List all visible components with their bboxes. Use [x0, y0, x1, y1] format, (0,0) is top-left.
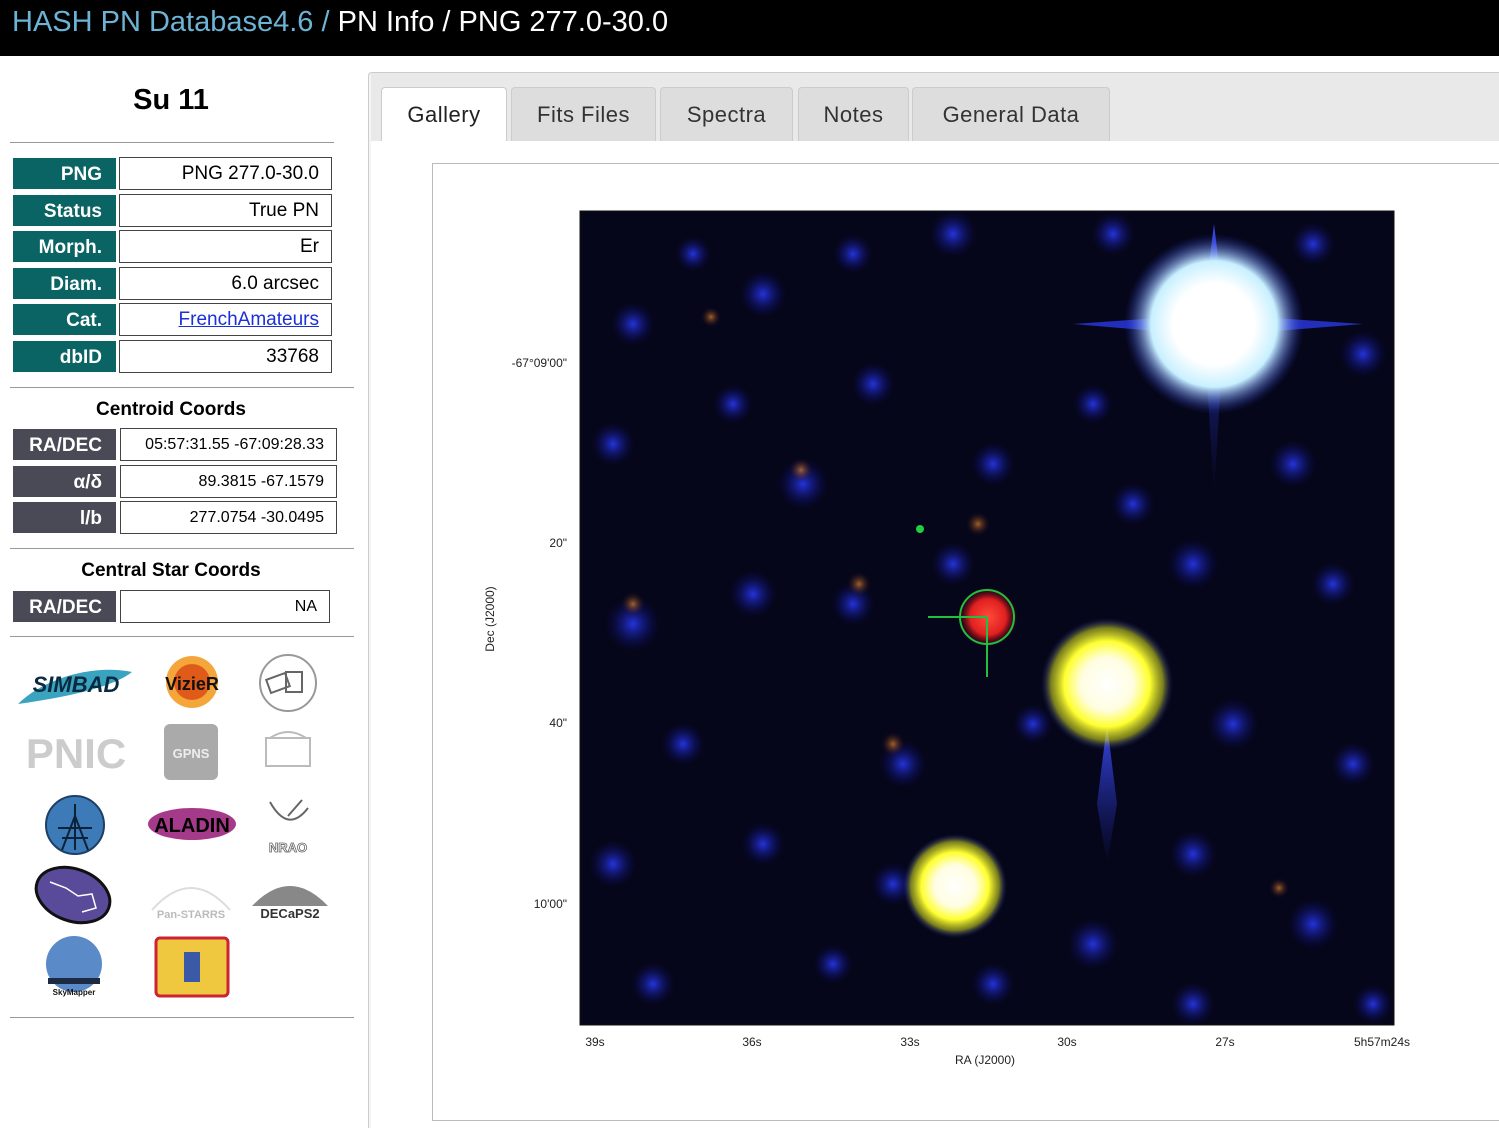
coord-label: RA/DEC — [12, 590, 117, 623]
divider — [10, 387, 354, 388]
pan-starrs-logo[interactable]: Pan-STARRS — [146, 866, 236, 924]
main-panel: Gallery Fits Files Spectra Notes General… — [368, 72, 1499, 1129]
coord-label: α/δ — [12, 465, 117, 498]
logo-text: GPNS — [173, 746, 210, 761]
y-tick-label: -67°09'00" — [512, 356, 567, 370]
coord-label: RA/DEC — [12, 428, 117, 461]
breadcrumb-current: PNG 277.0-30.0 — [458, 6, 669, 38]
field-label: Cat. — [12, 303, 117, 336]
x-tick-label: 27s — [1215, 1035, 1234, 1049]
y-tick-labels: -67°09'00" 20" 40" 10'00" — [512, 356, 567, 911]
observatory-logo[interactable] — [262, 726, 314, 776]
coord-value: 277.0754 -30.0495 — [120, 501, 337, 534]
x-tick-label: 39s — [585, 1035, 604, 1049]
field-value: FrenchAmateurs — [119, 303, 332, 336]
x-tick-label: 30s — [1057, 1035, 1076, 1049]
tab-spectra[interactable]: Spectra — [660, 87, 793, 141]
field-label: Status — [12, 194, 117, 227]
breadcrumb-separator: / — [321, 6, 330, 38]
info-sidebar: Su 11 PNG PNG 277.0-30.0 Status True PN … — [0, 56, 366, 1128]
field-label: Diam. — [12, 267, 117, 300]
coord-value: 89.3815 -67.1579 — [120, 465, 337, 498]
tab-fits-files[interactable]: Fits Files — [511, 87, 656, 141]
y-tick-label: 40" — [549, 716, 567, 730]
logo-text: PNIC — [26, 730, 126, 777]
satellite-logo[interactable] — [256, 652, 320, 714]
finder-chart-figure: -67°09'00" 20" 40" 10'00" Dec (J2000) 39… — [432, 163, 1499, 1121]
nrao-logo[interactable]: NRAO — [262, 794, 314, 856]
top-bar: HASH PN Database4.6 / PN Info / PNG 277.… — [0, 0, 1499, 56]
gallery-content: -67°09'00" 20" 40" 10'00" Dec (J2000) 39… — [371, 141, 1499, 1129]
x-tick-label: 5h57m24s — [1354, 1035, 1410, 1049]
x-axis-label: RA (J2000) — [955, 1053, 1015, 1067]
divider — [10, 636, 354, 637]
tab-gallery[interactable]: Gallery — [381, 87, 507, 141]
coord-value: NA — [120, 590, 330, 623]
tab-general-data[interactable]: General Data — [912, 87, 1110, 141]
y-axis-label: Dec (J2000) — [483, 586, 497, 651]
y-tick-label: 10'00" — [534, 897, 567, 911]
decaps2-logo[interactable]: DECaPS2 — [248, 866, 332, 924]
breadcrumb-separator: / — [442, 6, 451, 38]
logo-text: DECaPS2 — [260, 906, 319, 921]
field-value: Er — [119, 230, 332, 263]
breadcrumb: HASH PN Database4.6 / PN Info / PNG 277.… — [12, 6, 668, 39]
radio-telescope-logo[interactable] — [44, 794, 106, 856]
pnic-logo[interactable]: PNIC — [14, 722, 138, 782]
gpns-logo[interactable]: GPNS — [162, 722, 220, 782]
field-value: 33768 — [119, 340, 332, 373]
field-value: PNG 277.0-30.0 — [119, 157, 332, 190]
field-label: Morph. — [12, 230, 117, 263]
field-value: True PN — [119, 194, 332, 227]
logo-text: Pan-STARRS — [157, 909, 225, 921]
x-tick-label: 36s — [742, 1035, 761, 1049]
catalogue-link[interactable]: FrenchAmateurs — [179, 309, 319, 330]
aladin-logo[interactable]: ALADIN — [144, 798, 240, 850]
vizier-logo[interactable]: VizieR — [158, 652, 226, 714]
constellation-logo[interactable] — [32, 864, 114, 926]
logo-text: SIMBAD — [33, 672, 120, 697]
breadcrumb-root-link[interactable]: HASH PN Database4.6 — [12, 6, 313, 38]
skymapper-logo[interactable]: SkyMapper — [42, 934, 106, 998]
breadcrumb-section: PN Info — [337, 6, 435, 38]
x-tick-labels: 39s 36s 33s 30s 27s 5h57m24s — [585, 1035, 1410, 1049]
amateur-logo[interactable] — [154, 936, 230, 998]
simbad-logo[interactable]: SIMBAD — [14, 656, 136, 712]
coord-value: 05:57:31.55 -67:09:28.33 — [120, 428, 337, 461]
centroid-coords-title: Centroid Coords — [96, 399, 246, 420]
tab-notes[interactable]: Notes — [798, 87, 909, 141]
x-tick-label: 33s — [900, 1035, 919, 1049]
object-name: Su 11 — [133, 84, 209, 116]
logo-text: SkyMapper — [53, 988, 96, 997]
y-tick-label: 20" — [549, 536, 567, 550]
divider — [10, 142, 334, 143]
logo-text: VizieR — [165, 674, 219, 694]
coord-label: l/b — [12, 501, 117, 534]
tab-bar: Gallery Fits Files Spectra Notes General… — [371, 73, 1499, 141]
divider — [10, 1017, 354, 1018]
field-label: dbID — [12, 340, 117, 373]
divider — [10, 548, 354, 549]
logo-text: ALADIN — [154, 815, 230, 837]
central-star-coords-title: Central Star Coords — [81, 560, 261, 581]
logo-text: NRAO — [269, 840, 307, 855]
field-label: PNG — [12, 157, 117, 190]
field-value: 6.0 arcsec — [119, 267, 332, 300]
finder-chart: -67°09'00" 20" 40" 10'00" Dec (J2000) 39… — [483, 210, 1410, 1067]
